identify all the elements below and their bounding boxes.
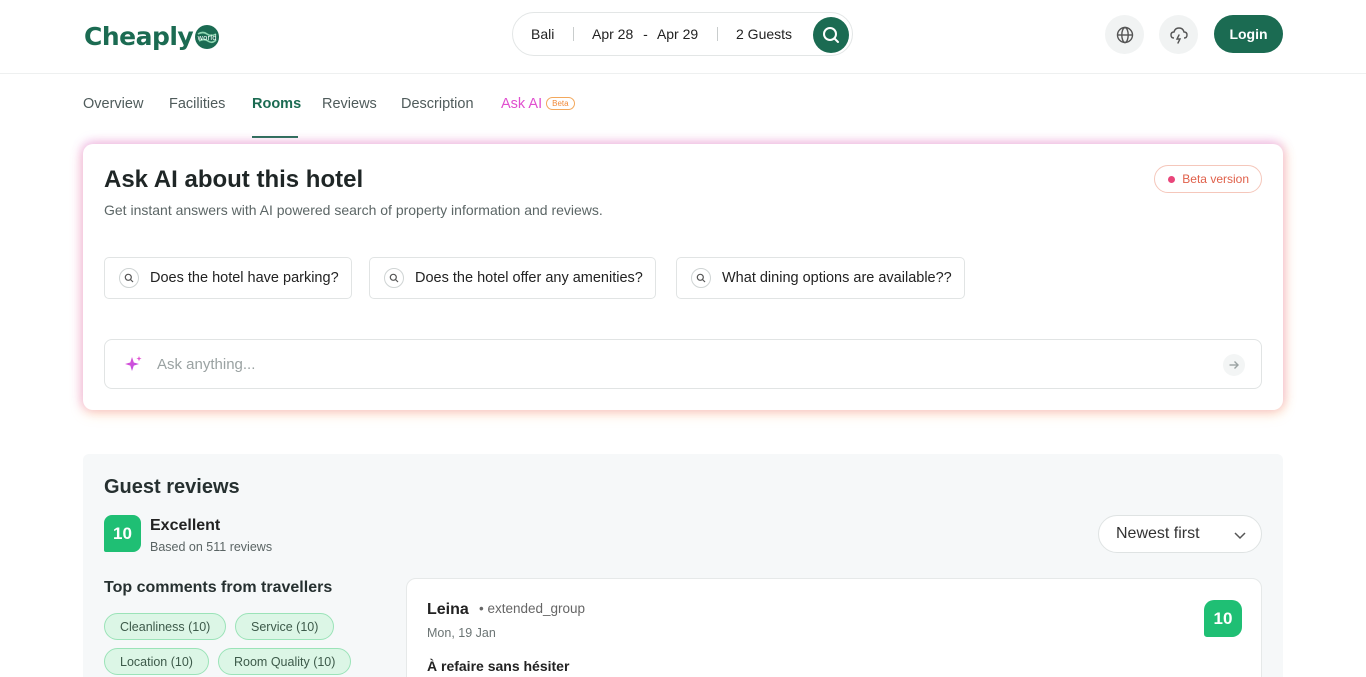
tab-rooms[interactable]: Rooms bbox=[252, 96, 301, 112]
search-divider bbox=[717, 27, 718, 41]
language-button[interactable] bbox=[1105, 15, 1144, 54]
arrow-right-icon bbox=[1229, 361, 1239, 369]
suggestion-chip-amenities[interactable]: Does the hotel offer any amenities? bbox=[369, 257, 656, 299]
date-separator: - bbox=[643, 26, 648, 42]
suggestion-text: Does the hotel offer any amenities? bbox=[415, 270, 643, 286]
tab-ask-ai-label: Ask AI bbox=[501, 96, 543, 112]
suggestion-chip-parking[interactable]: Does the hotel have parking? bbox=[104, 257, 352, 299]
weather-button[interactable] bbox=[1159, 15, 1198, 54]
search-button[interactable] bbox=[813, 17, 849, 53]
globe-icon bbox=[1116, 26, 1133, 43]
score-label: Excellent bbox=[150, 517, 221, 534]
search-bar[interactable]: Bali Apr 28 - Apr 29 2 Guests bbox=[512, 12, 853, 56]
overall-score-badge: 10 bbox=[104, 515, 141, 552]
logo-text: Cheaply bbox=[84, 22, 194, 51]
guest-reviews-section: Guest reviews 10 Excellent Based on 511 … bbox=[83, 454, 1283, 677]
search-location[interactable]: Bali bbox=[531, 26, 554, 42]
search-divider bbox=[573, 27, 574, 41]
tab-reviews[interactable]: Reviews bbox=[322, 96, 377, 112]
top-comments-title: Top comments from travellers bbox=[104, 579, 333, 596]
reviewer-name: Leina bbox=[427, 601, 469, 618]
ask-ai-title: Ask AI about this hotel bbox=[104, 166, 364, 193]
sort-selected-value: Newest first bbox=[1116, 525, 1200, 542]
review-score-badge: 10 bbox=[1204, 600, 1242, 637]
ask-ai-input[interactable] bbox=[157, 355, 1207, 373]
search-guests[interactable]: 2 Guests bbox=[736, 26, 792, 42]
ask-ai-input-box[interactable] bbox=[104, 339, 1262, 389]
tab-facilities[interactable]: Facilities bbox=[169, 96, 225, 112]
logo-globe-icon: world bbox=[195, 25, 220, 49]
weather-icon bbox=[1169, 26, 1188, 44]
tab-ask-ai[interactable]: Ask AI Beta bbox=[501, 96, 575, 112]
login-button[interactable]: Login bbox=[1214, 15, 1283, 53]
tag-room-quality[interactable]: Room Quality (10) bbox=[218, 648, 352, 675]
cheaply-logo[interactable]: Cheaply world bbox=[84, 18, 220, 52]
search-icon bbox=[823, 27, 839, 43]
search-suggestion-icon bbox=[691, 268, 711, 288]
search-dates[interactable]: Apr 28 - Apr 29 bbox=[592, 26, 698, 42]
search-suggestion-icon bbox=[384, 268, 404, 288]
tag-service[interactable]: Service (10) bbox=[235, 613, 335, 640]
suggestion-chip-dining[interactable]: What dining options are available?? bbox=[676, 257, 965, 299]
beta-version-badge: Beta version bbox=[1154, 165, 1262, 193]
beta-version-label: Beta version bbox=[1182, 172, 1249, 186]
date-from: Apr 28 bbox=[592, 26, 634, 42]
suggestion-text: Does the hotel have parking? bbox=[150, 270, 339, 286]
sparkle-icon bbox=[125, 356, 142, 371]
date-to: Apr 29 bbox=[656, 26, 699, 42]
review-date: Mon, 19 Jan bbox=[427, 626, 496, 640]
suggestion-text: What dining options are available?? bbox=[722, 270, 952, 286]
send-button[interactable] bbox=[1223, 354, 1245, 376]
active-tab-indicator bbox=[252, 136, 298, 138]
tab-beta-badge: Beta bbox=[546, 97, 575, 110]
sort-dropdown[interactable]: Newest first bbox=[1098, 515, 1262, 553]
review-card: Leina • extended_group Mon, 19 Jan 10 À … bbox=[406, 578, 1262, 677]
tab-overview[interactable]: Overview bbox=[83, 96, 143, 112]
search-suggestion-icon bbox=[119, 268, 139, 288]
reviewer-group: • extended_group bbox=[479, 601, 586, 616]
ask-ai-card: Ask AI about this hotel Get instant answ… bbox=[83, 144, 1283, 410]
tab-description[interactable]: Description bbox=[401, 96, 474, 112]
tag-location[interactable]: Location (10) bbox=[104, 648, 209, 675]
tag-cleanliness[interactable]: Cleanliness (10) bbox=[104, 613, 227, 640]
beta-dot-icon bbox=[1168, 175, 1176, 183]
chevron-down-icon bbox=[1234, 532, 1246, 540]
ask-ai-subtitle: Get instant answers with AI powered sear… bbox=[104, 202, 603, 218]
guest-reviews-title: Guest reviews bbox=[104, 476, 240, 498]
logo-sub-text: world bbox=[198, 34, 217, 42]
top-header: Cheaply world Bali Apr 28 - Apr 29 2 Gue… bbox=[0, 0, 1366, 74]
review-count: Based on 511 reviews bbox=[150, 540, 273, 554]
review-headline: À refaire sans hésiter bbox=[427, 658, 570, 674]
